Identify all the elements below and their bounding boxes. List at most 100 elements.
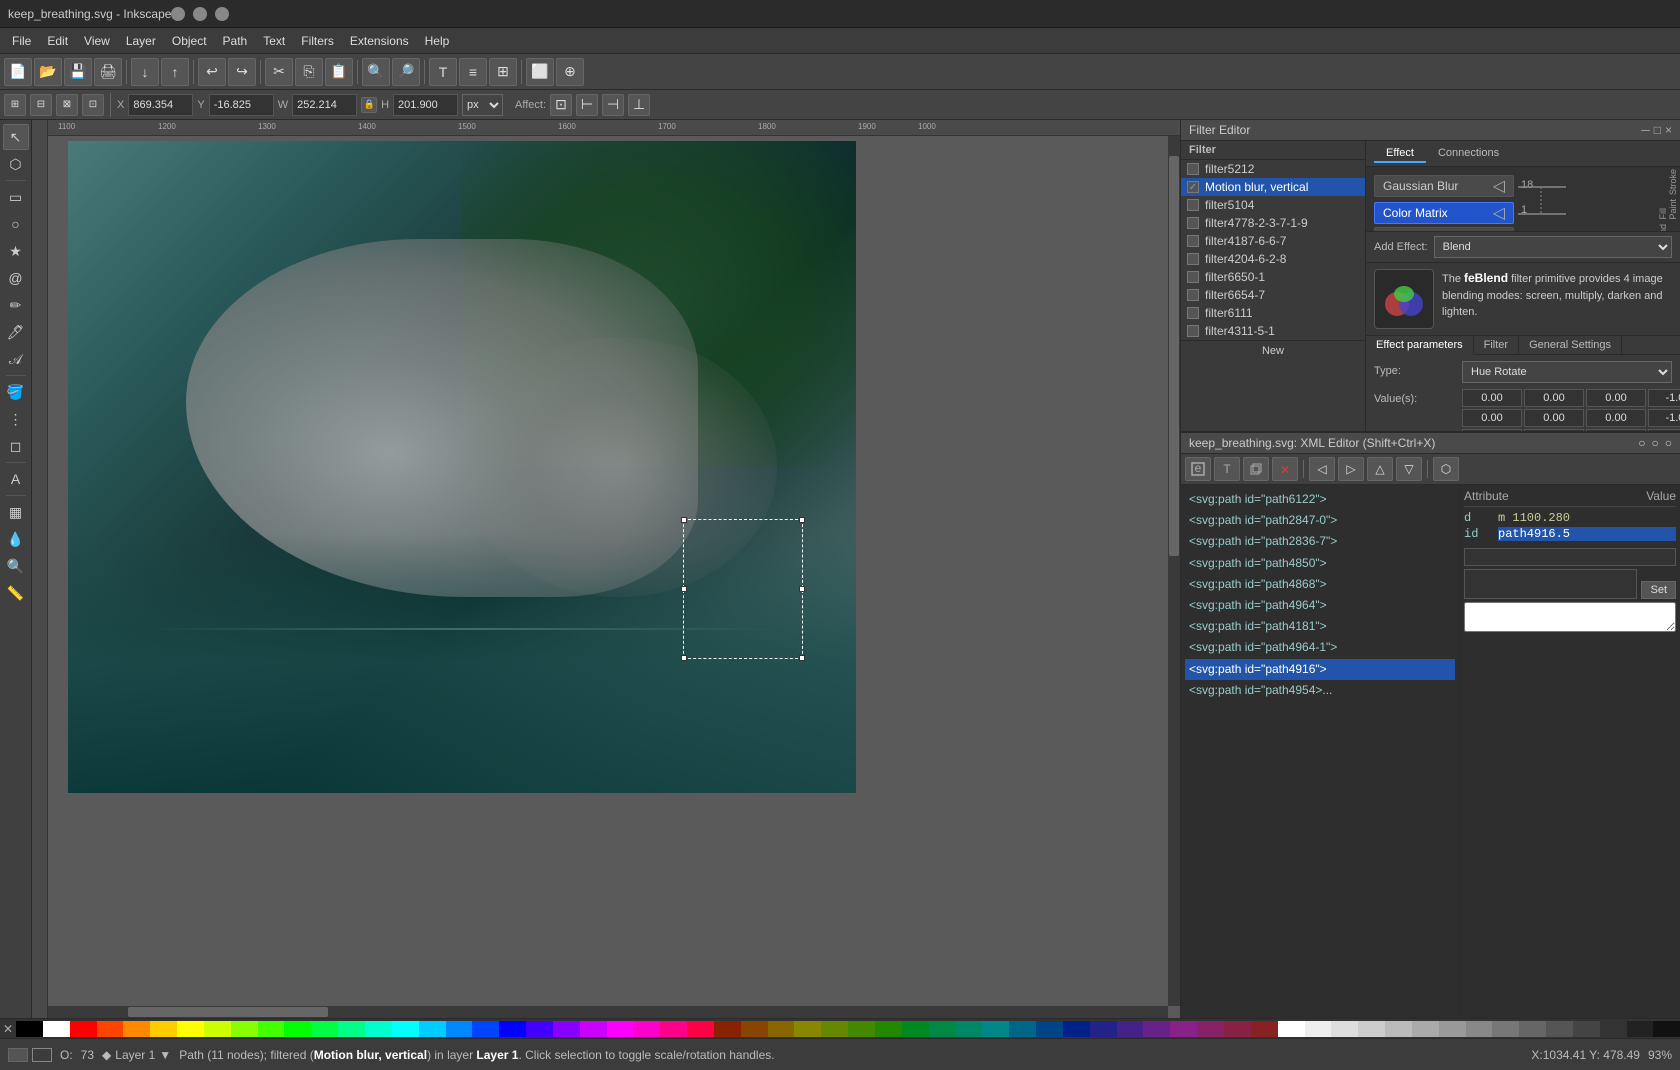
filter-checkbox-0[interactable] (1187, 163, 1199, 175)
palette-swatch[interactable] (660, 1021, 687, 1037)
xml-node-0[interactable]: <svg:path id="path6122"> (1185, 489, 1455, 510)
attr-text-area[interactable] (1464, 602, 1676, 632)
palette-swatch[interactable] (687, 1021, 714, 1037)
v2-0[interactable]: 0.00 (1462, 429, 1522, 431)
snap-button[interactable]: ⊞ (4, 94, 26, 116)
filter-checkbox-9[interactable] (1187, 325, 1199, 337)
effect-node-gaussian1[interactable]: Gaussian Blur ◁ (1374, 175, 1514, 197)
minimize-button[interactable] (171, 7, 185, 21)
effect-tab-connections[interactable]: Connections (1426, 145, 1511, 163)
palette-swatch[interactable] (446, 1021, 473, 1037)
palette-swatch[interactable] (1251, 1021, 1278, 1037)
filter-editor-minimize[interactable]: ─ (1641, 123, 1650, 137)
filter-editor-maximize[interactable]: □ (1654, 123, 1661, 137)
palette-swatch[interactable] (1170, 1021, 1197, 1037)
palette-swatch[interactable] (1492, 1021, 1519, 1037)
svg-canvas[interactable] (68, 141, 856, 793)
export-button[interactable]: ↑ (161, 58, 189, 86)
palette-swatch[interactable] (338, 1021, 365, 1037)
palette-swatch[interactable] (848, 1021, 875, 1037)
palette-swatch[interactable] (311, 1021, 338, 1037)
palette-swatch[interactable] (1412, 1021, 1439, 1037)
palette-swatch[interactable] (580, 1021, 607, 1037)
v0-3[interactable]: -1.00 (1648, 389, 1680, 407)
transform-button[interactable]: ⊞ (489, 58, 517, 86)
effect-tab-effect[interactable]: Effect (1374, 145, 1426, 163)
attr-row-0[interactable]: d m 1100.280 (1464, 510, 1676, 526)
save-button[interactable]: 💾 (64, 58, 92, 86)
palette-swatch[interactable] (97, 1021, 124, 1037)
filter-checkbox-7[interactable] (1187, 289, 1199, 301)
close-button[interactable] (215, 7, 229, 21)
menu-layer[interactable]: Layer (118, 32, 164, 50)
xml-btn-new-text[interactable]: T (1214, 457, 1240, 481)
v0-0[interactable]: 0.00 (1462, 389, 1522, 407)
type-select[interactable]: Hue Rotate Saturate Luminance to Alpha M… (1462, 361, 1672, 383)
filter-item-7[interactable]: filter6654-7 (1181, 286, 1365, 304)
xml-tree[interactable]: <svg:path id="path6122"> <svg:path id="p… (1181, 485, 1460, 1018)
vertical-scrollbar[interactable] (1168, 136, 1180, 1006)
palette-swatch[interactable] (821, 1021, 848, 1037)
filter-item-6[interactable]: filter6650-1 (1181, 268, 1365, 286)
attr-set-button[interactable]: Set (1641, 581, 1676, 599)
menu-extensions[interactable]: Extensions (342, 32, 417, 50)
filter-item-8[interactable]: filter6111 (1181, 304, 1365, 322)
affect1-button[interactable]: ⊡ (550, 94, 572, 116)
palette-swatch[interactable] (741, 1021, 768, 1037)
node-tool[interactable]: ⬡ (3, 151, 29, 177)
canvas-area[interactable]: 1100 1200 1300 1400 1500 1600 1700 1800 … (32, 120, 1180, 1018)
palette-swatch[interactable] (365, 1021, 392, 1037)
palette-swatch[interactable] (1090, 1021, 1117, 1037)
palette-swatch[interactable] (1600, 1021, 1627, 1037)
palette-swatch[interactable] (956, 1021, 983, 1037)
v0-1[interactable]: 0.00 (1524, 389, 1584, 407)
palette-swatch[interactable] (1278, 1021, 1305, 1037)
horizontal-scroll-thumb[interactable] (128, 1007, 328, 1017)
palette-swatch[interactable] (1439, 1021, 1466, 1037)
filter-item-5[interactable]: filter4204-6-2-8 (1181, 250, 1365, 268)
y-input[interactable] (209, 94, 274, 116)
select-tool[interactable]: ↖ (3, 124, 29, 150)
ep-tab-general[interactable]: General Settings (1519, 336, 1622, 354)
gradient-tool[interactable]: ▦ (3, 499, 29, 525)
palette-swatch[interactable] (526, 1021, 553, 1037)
x-input[interactable] (128, 94, 193, 116)
ellipse-tool[interactable]: ○ (3, 211, 29, 237)
snap3-button[interactable]: ⊠ (56, 94, 78, 116)
palette-swatch[interactable] (1385, 1021, 1412, 1037)
menu-object[interactable]: Object (164, 32, 215, 50)
xml-btn-export[interactable]: ⬡ (1433, 457, 1459, 481)
spiral-tool[interactable]: @ (3, 265, 29, 291)
menu-help[interactable]: Help (417, 32, 458, 50)
zoom-in-button[interactable]: 🔍 (362, 58, 390, 86)
palette-swatch[interactable] (902, 1021, 929, 1037)
align-button[interactable]: ≡ (459, 58, 487, 86)
v2-3[interactable]: -1.00 (1648, 429, 1680, 431)
palette-swatch[interactable] (1358, 1021, 1385, 1037)
palette-swatch[interactable] (1224, 1021, 1251, 1037)
dropper-tool[interactable]: 💧 (3, 526, 29, 552)
undo-button[interactable]: ↩ (198, 58, 226, 86)
menu-path[interactable]: Path (215, 32, 256, 50)
palette-swatch[interactable] (794, 1021, 821, 1037)
filter-checkbox-3[interactable] (1187, 217, 1199, 229)
palette-swatch[interactable] (1197, 1021, 1224, 1037)
pen-tool[interactable]: 🖊 (3, 319, 29, 345)
palette-swatch[interactable] (43, 1021, 70, 1037)
palette-swatch[interactable] (1305, 1021, 1332, 1037)
v2-2[interactable]: 0.00 (1586, 429, 1646, 431)
v1-3[interactable]: -1.00 (1648, 409, 1680, 427)
palette-swatch[interactable] (499, 1021, 526, 1037)
xml-editor-btn3[interactable]: ○ (1665, 436, 1672, 450)
xml-node-7[interactable]: <svg:path id="path4964-1"> (1185, 637, 1455, 658)
text-tool-button[interactable]: T (429, 58, 457, 86)
palette-swatch[interactable] (1063, 1021, 1090, 1037)
palette-swatch[interactable] (392, 1021, 419, 1037)
palette-swatch[interactable] (16, 1021, 43, 1037)
spray-tool[interactable]: ⋮ (3, 406, 29, 432)
xml-btn-new-elem[interactable]: e (1185, 457, 1211, 481)
filter-checkbox-1[interactable]: ✓ (1187, 181, 1199, 193)
palette-swatch[interactable] (982, 1021, 1009, 1037)
xml-btn-delete[interactable]: ✕ (1272, 457, 1298, 481)
filter-new-button[interactable]: New (1181, 340, 1365, 361)
